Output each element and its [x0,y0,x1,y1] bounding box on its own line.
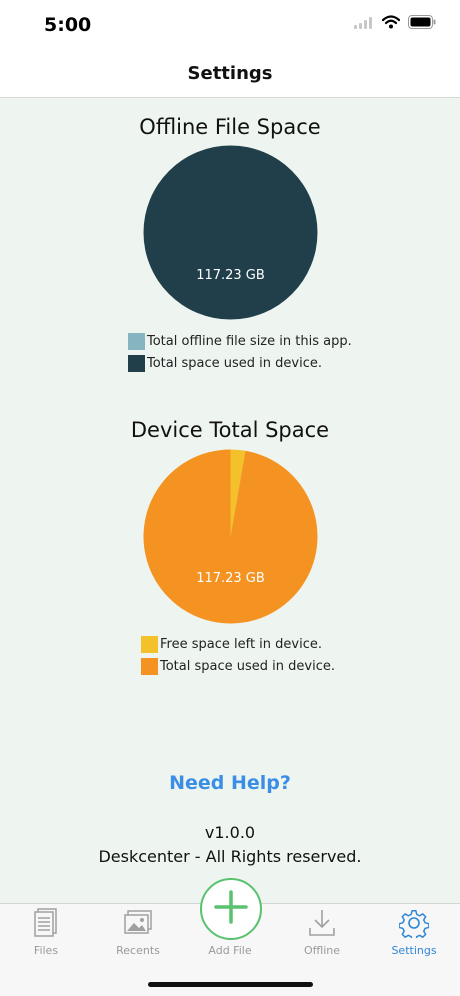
download-icon [308,908,336,943]
battery-icon [408,15,436,34]
add-file-button[interactable] [200,878,262,940]
tab-label: Add File [208,944,252,957]
legend-swatch [141,635,158,653]
status-icons [354,15,436,34]
tab-settings[interactable]: Settings [368,908,460,957]
copyright-text: Deskcenter - All Rights reserved. [98,847,362,866]
offline-pie-center-label: 117.23 GB [196,268,265,283]
wifi-icon [381,15,401,34]
tab-label: Files [33,944,59,957]
recents-icon [123,909,153,941]
tab-label: Settings [391,944,437,957]
gear-icon [398,908,430,943]
status-time: 5:00 [44,14,92,36]
navigation-bar: Settings [0,50,460,98]
legend-label: Total space used in device. [160,658,335,674]
legend-item: Free space left in device. [141,635,335,653]
tab-label: Offline [303,944,341,957]
offline-chart-title: Offline File Space [139,115,321,139]
app-version: v1.0.0 [204,823,256,842]
files-icon [33,907,59,943]
home-indicator [148,982,313,987]
legend-swatch [128,354,145,372]
pie-slice-used-in-device [143,145,318,320]
offline-space-pie-chart: 117.23 GB [143,145,318,320]
legend-label: Total space used in device. [147,355,322,371]
legend-label: Free space left in device. [160,636,322,652]
page-title: Settings [187,63,273,84]
need-help-link[interactable]: Need Help? [0,772,460,794]
pie-slice-used-space [143,449,318,624]
plus-icon [213,889,249,930]
legend-swatch [128,332,145,350]
tab-recents[interactable]: Recents [92,909,184,957]
tab-label: Recents [116,944,160,957]
status-bar: 5:00 [0,0,460,50]
legend-label: Total offline file size in this app. [147,333,352,349]
device-chart-title: Device Total Space [130,418,330,442]
device-chart-legend: Free space left in device. Total space u… [141,635,335,675]
legend-item: Total offline file size in this app. [128,332,352,350]
device-pie-center-label: 117.23 GB [196,571,265,586]
tab-offline[interactable]: Offline [276,908,368,957]
device-space-pie-chart: 117.23 GB [143,449,318,624]
offline-chart-legend: Total offline file size in this app. Tot… [128,332,352,372]
legend-item: Total space used in device. [141,657,335,675]
legend-item: Total space used in device. [128,354,352,372]
tab-files[interactable]: Files [0,907,92,957]
legend-swatch [141,657,158,675]
signal-icon [354,16,374,34]
